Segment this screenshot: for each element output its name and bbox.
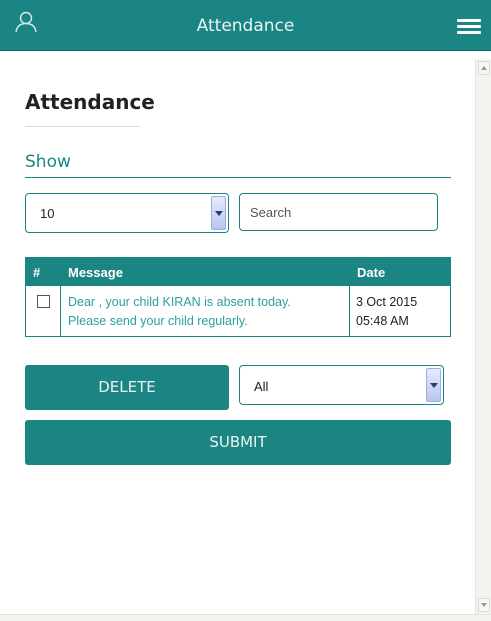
- scroll-up-icon[interactable]: [478, 61, 490, 75]
- header-title: Attendance: [196, 16, 295, 36]
- search-field[interactable]: [239, 193, 438, 231]
- page-size-value: 10: [40, 206, 55, 221]
- time-value: 05:48 AM: [356, 314, 409, 328]
- message-line: Please send your child regularly.: [68, 314, 248, 328]
- show-label: Show: [25, 152, 71, 172]
- column-header-date: Date: [357, 265, 386, 280]
- horizontal-scrollbar[interactable]: [0, 614, 491, 621]
- chevron-down-icon[interactable]: [211, 196, 226, 230]
- app-window: Attendance Attendance Show 10 # Message …: [0, 0, 491, 621]
- top-bar: Attendance: [0, 0, 491, 51]
- page-size-select[interactable]: 10: [25, 193, 229, 233]
- page-title: Attendance: [25, 90, 155, 114]
- message-cell: Dear , your child KIRAN is absent today.…: [61, 286, 350, 336]
- show-divider: [25, 177, 451, 178]
- submit-button[interactable]: SUBMIT: [25, 420, 451, 465]
- search-input[interactable]: [240, 194, 437, 230]
- main-content: Attendance Show 10 # Message Date Dear ,…: [0, 52, 475, 614]
- chevron-down-icon[interactable]: [426, 368, 441, 402]
- date-cell: 3 Oct 2015 05:48 AM: [350, 286, 451, 336]
- column-header-select: #: [33, 265, 41, 280]
- delete-button[interactable]: DELETE: [25, 365, 229, 410]
- filter-select[interactable]: All: [239, 365, 444, 405]
- date-value: 3 Oct 2015: [356, 295, 418, 309]
- row-select-cell: [26, 286, 61, 336]
- table-row: Dear , your child KIRAN is absent today.…: [26, 286, 450, 336]
- vertical-scrollbar[interactable]: [475, 59, 491, 614]
- scroll-down-icon[interactable]: [478, 598, 490, 612]
- filter-value: All: [254, 379, 269, 394]
- message-line: Dear , your child KIRAN is absent today.: [68, 295, 291, 309]
- hamburger-menu-icon[interactable]: [457, 19, 481, 35]
- row-checkbox[interactable]: [37, 295, 50, 308]
- column-header-message: Message: [68, 265, 123, 280]
- attendance-table: # Message Date Dear , your child KIRAN i…: [25, 257, 451, 337]
- table-header: # Message Date: [26, 258, 450, 286]
- title-divider: [25, 126, 140, 127]
